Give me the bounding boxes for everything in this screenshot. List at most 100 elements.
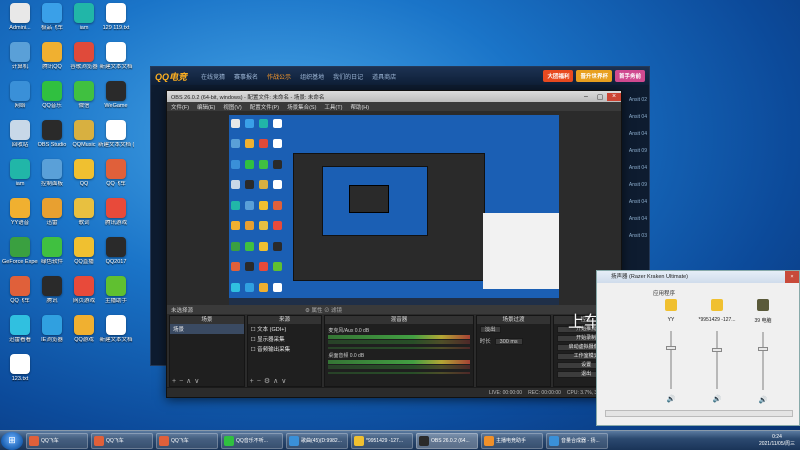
desktop-icon[interactable]: 迅雷 [34,198,70,227]
game-nav-item[interactable]: 我们的日记 [333,72,363,81]
app-icon [106,3,126,23]
desktop-icon[interactable]: QQ游戏 [66,315,102,344]
source-item[interactable]: ☐ 音频输出采集 [248,344,322,354]
desktop-icon[interactable]: QQ音乐 [34,81,70,110]
obs-window[interactable]: OBS 26.0.2 (64-bit, windows) - 配置文件: 未命名… [166,90,622,398]
obs-menu-item[interactable]: 编辑(E) [197,103,215,111]
desktop-icon[interactable]: QQ直播 [66,237,102,266]
volume-slider-thumb[interactable] [758,346,768,351]
desktop-icon[interactable]: iam [66,3,102,32]
game-promo-button[interactable]: 晋升世界杯 [576,70,612,82]
obs-menu-item[interactable]: 文件(F) [171,103,189,111]
desktop-icon[interactable]: 主播助手 [98,276,134,305]
scene-item[interactable]: 场景 [170,324,244,334]
game-promo-button[interactable]: 首手务前 [614,70,645,82]
game-nav-item[interactable]: 赛事报名 [234,72,258,81]
desktop-icon[interactable]: 新建文本文档 (2).txt [98,120,134,149]
mixer-scrollbar[interactable] [605,410,793,417]
volume-slider[interactable] [328,372,470,374]
game-nav-item[interactable]: 作战公示 [267,72,291,81]
obs-preview-canvas[interactable] [229,115,559,305]
duration-input[interactable]: 300 ms [494,337,523,345]
speaker-icon[interactable]: 🔊 [649,395,693,403]
game-nav-item[interactable]: 组织基地 [300,72,324,81]
game-nav-item[interactable]: 在线竞猜 [201,72,225,81]
desktop-icon[interactable]: 计算机 [2,42,38,71]
desktop-icon[interactable]: 网络 [2,81,38,110]
scene-tools[interactable]: +−∧∨ [172,377,202,385]
obs-menu-item[interactable]: 工具(T) [324,103,342,111]
desktop-icon[interactable]: OBS Studio [34,120,70,149]
speaker-icon[interactable]: 🔊 [695,395,739,403]
taskbar-item[interactable]: QQ飞车 [26,432,88,449]
taskbar-item[interactable]: QQ音乐不听... [221,432,283,449]
volume-slider-thumb[interactable] [666,345,676,350]
desktop-icon[interactable]: 腾讯 [34,276,70,305]
desktop-icon[interactable]: Admini... [2,3,38,32]
volume-slider[interactable] [328,347,470,349]
game-nav-item[interactable]: 道具商店 [372,72,396,81]
start-button[interactable]: ⊞ [1,431,23,450]
system-clock[interactable]: 0:24 2021/11/05/周三 [754,434,800,448]
desktop-icon[interactable]: 129 119.txt [98,3,134,32]
desktop-icon[interactable]: 控制面板 [34,159,70,188]
taskbar-item[interactable]: 音量合成器 - 扬... [546,432,608,449]
desktop-icon[interactable]: 微信 [66,81,102,110]
desktop-icon[interactable]: QQ飞车 [2,276,38,305]
desktop-icon[interactable]: 腾讯QQ [34,42,70,71]
obs-menu-item[interactable]: 视图(V) [223,103,241,111]
mixer-track-label: 桌面音频 0.0 dB [328,353,365,359]
volume-slider[interactable] [712,331,722,389]
desktop-icon[interactable]: 腾讯游戏 [98,198,134,227]
desktop-icon[interactable]: 极品飞车 [34,3,70,32]
taskbar-item[interactable]: 主播电竞助手 [481,432,543,449]
volume-slider[interactable] [666,331,676,389]
source-item[interactable]: ☐ 显示器采集 [248,334,322,344]
taskbar-item[interactable]: QQ飞车 [156,432,218,449]
obs-menu-item[interactable]: 配置文件(P) [250,103,279,111]
maximize-icon[interactable]: ▢ [593,93,607,101]
source-item[interactable]: ☐ 文本 (GDI+) [248,324,322,334]
volume-slider-thumb[interactable] [712,348,722,353]
desktop-icon[interactable]: IE浏览器 [34,315,70,344]
desktop-icon[interactable]: 123.txt [2,354,38,383]
desktop-icon[interactable]: 绿色软件 [34,237,70,266]
taskbar-item[interactable]: QQ飞车 [91,432,153,449]
desktop-icon[interactable]: QQ飞车 [98,159,134,188]
desktop-icon[interactable]: 新建文本文档 [98,42,134,71]
speaker-icon[interactable]: 🔊 [741,396,785,404]
game-promo-button[interactable]: 大团福利 [543,70,574,82]
preview-nested-obs-2 [349,185,389,213]
volume-mixer-window[interactable]: 扬声器 (Razer Kraken Ultimate) × 应用程序 YY 🔊 *9… [596,270,800,426]
desktop-icon[interactable]: QQ [66,159,102,188]
desktop-icon[interactable]: 迅雷看看 [2,315,38,344]
desktop-icon[interactable]: GeForce Experience [2,237,38,266]
app-icon [74,120,94,140]
taskbar-item[interactable]: 歌曲(45)(D:9982... [286,432,348,449]
taskbar-item[interactable]: *9951429 -127... [351,432,413,449]
taskbar-item[interactable]: OBS 26.0.2 (64... [416,432,478,449]
source-tools[interactable]: +−⚙∧∨ [250,377,290,385]
app-icon [42,42,62,62]
desktop-icon[interactable]: QQMusic [66,120,102,149]
desktop-icon[interactable]: WeGame [98,81,134,110]
desktop-icon[interactable]: YY语音 [2,198,38,227]
obs-menu-item[interactable]: 帮助(H) [350,103,369,111]
desktop-icon[interactable]: iam [2,159,38,188]
live-status: LIVE: 00:00:00 [489,389,523,396]
desktop-icon[interactable]: 歌词 [66,198,102,227]
desktop-icon[interactable]: 网页游戏 [66,276,102,305]
volume-channel-name: YY [667,317,675,323]
volume-slider[interactable] [758,332,768,390]
minimize-icon[interactable]: – [579,93,593,101]
close-icon[interactable]: × [607,92,621,101]
desktop-icon[interactable]: 回收站 [2,120,38,149]
obs-menu-item[interactable]: 场景集合(S) [287,103,316,111]
source-props-filters[interactable]: ⚙ 属性 ⊘ 滤镜 [305,306,342,314]
desktop-icon[interactable]: 新建文本文档 [98,315,134,344]
desktop-icon[interactable]: QQ2017 [98,237,134,266]
obs-title-bar[interactable]: OBS 26.0.2 (64-bit, windows) - 配置文件: 未命名… [167,91,621,102]
close-icon[interactable]: × [785,271,799,283]
transition-select[interactable]: 淡出 [479,326,501,333]
desktop-icon[interactable]: 谷歌浏览器 [66,42,102,71]
